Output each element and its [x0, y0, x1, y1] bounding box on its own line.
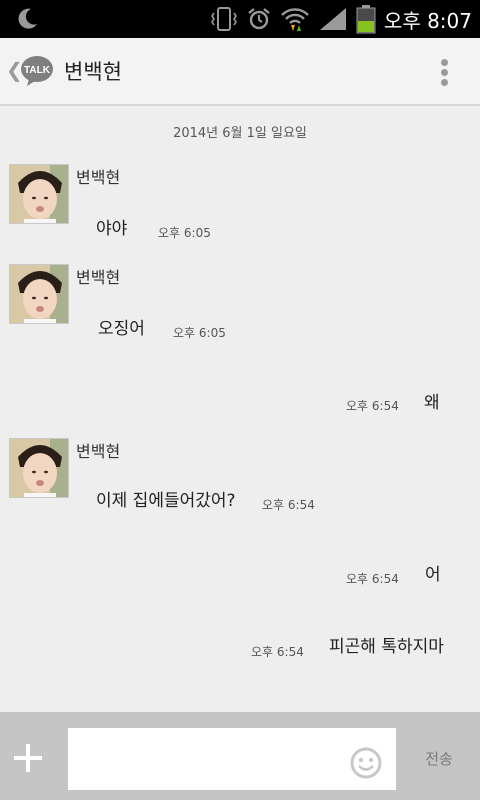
- message-input[interactable]: [68, 728, 396, 790]
- logo-text: TALK: [24, 65, 51, 76]
- avatar[interactable]: [9, 438, 69, 498]
- overflow-menu-icon[interactable]: [436, 56, 452, 90]
- message-text[interactable]: 이제 집에들어갔어?: [96, 486, 236, 511]
- sender-name: 변백현: [76, 168, 121, 187]
- vibrate-icon: [210, 7, 237, 31]
- wifi-icon: [281, 8, 309, 31]
- message-text[interactable]: 왜: [424, 388, 440, 413]
- avatar-image: [10, 165, 68, 223]
- signal-icon: [319, 8, 346, 30]
- message-time: 오후 6:05: [173, 326, 226, 340]
- message-time: 오후 6:54: [251, 645, 304, 659]
- message-time: 오후 6:54: [346, 399, 399, 413]
- avatar-image: [10, 439, 68, 497]
- plus-icon[interactable]: [14, 744, 42, 772]
- status-bar: 오후 8:07: [0, 0, 480, 38]
- chat-header: ❮ TALK 변백현: [0, 38, 480, 106]
- sender-name: 변백현: [76, 442, 121, 461]
- chat-area[interactable]: 2014년 6월 1일 일요일 변백현 야야 오후 6:05 변백현 오징어 오…: [0, 106, 480, 712]
- battery-icon: [356, 5, 376, 34]
- moon-icon: [18, 8, 37, 29]
- message-input-bar: 전송: [0, 712, 480, 800]
- avatar[interactable]: [9, 264, 69, 324]
- sender-name: 변백현: [76, 268, 121, 287]
- message-text[interactable]: 피곤해 톡하지마: [329, 632, 444, 657]
- date-divider: 2014년 6월 1일 일요일: [173, 126, 307, 141]
- message-time: 오후 6:54: [262, 498, 315, 512]
- status-time: 오후 8:07: [383, 8, 472, 33]
- message-time: 오후 6:54: [346, 572, 399, 586]
- chat-title: 변백현: [64, 60, 122, 84]
- send-button[interactable]: 전송: [414, 748, 464, 769]
- message-text[interactable]: 어: [425, 560, 441, 585]
- smiley-icon[interactable]: [350, 747, 382, 779]
- avatar-image: [10, 265, 68, 323]
- message-text[interactable]: 오징어: [98, 314, 145, 339]
- message-text[interactable]: 야야: [96, 214, 127, 239]
- message-time: 오후 6:05: [158, 226, 211, 240]
- alarm-icon: [248, 8, 270, 30]
- avatar[interactable]: [9, 164, 69, 224]
- kakaotalk-logo[interactable]: TALK: [20, 54, 54, 88]
